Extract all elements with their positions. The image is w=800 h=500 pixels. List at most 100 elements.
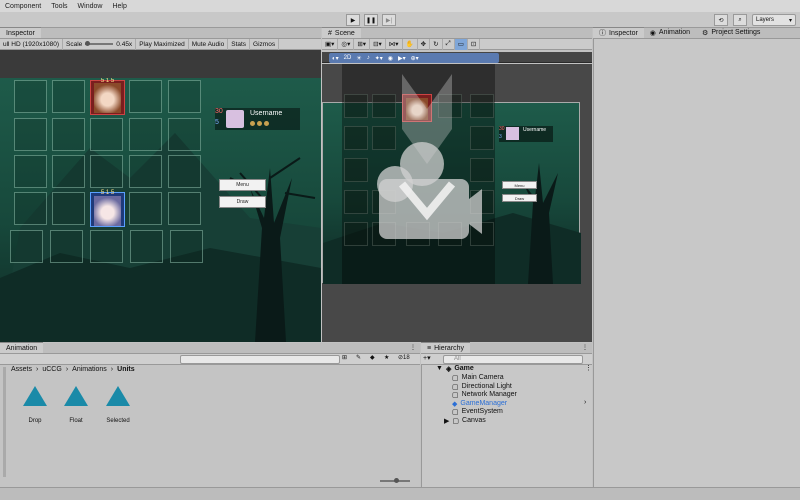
layers-dropdown[interactable]: Layers ▾ (752, 14, 796, 26)
game-panel-tabbar: Inspector (0, 27, 321, 39)
scene-view[interactable]: 30 3 Username Menu Draw (322, 64, 592, 342)
view-tool-icon[interactable]: ▣▾ (322, 38, 339, 50)
breadcrumb-uccg[interactable]: uCCG (42, 366, 61, 373)
favorite-icon[interactable]: ★ (384, 354, 389, 361)
search-input[interactable] (180, 355, 340, 364)
asset-float[interactable]: Float (56, 386, 96, 424)
breadcrumb: Assets › uCCG › Animations › Units (11, 366, 135, 373)
scene-menu-icon[interactable]: ⋮ (585, 364, 592, 372)
expand-arrow-icon[interactable]: ▼ (436, 365, 443, 372)
asset-selected[interactable]: Selected (98, 386, 138, 424)
hierarchy-search-input[interactable]: All (443, 355, 583, 364)
asset-float-label: Float (69, 418, 83, 424)
scale-slider[interactable] (85, 41, 114, 46)
avatar (226, 110, 244, 128)
menu-tools[interactable]: Tools (46, 3, 72, 10)
grid-snap-icon[interactable]: ⊞▾ (354, 38, 371, 50)
menu-help[interactable]: Help (107, 3, 131, 10)
tab-hierarchy[interactable]: ≡ Hierarchy (421, 342, 471, 353)
breadcrumb-units[interactable]: Units (117, 366, 135, 373)
status-icons (250, 121, 269, 126)
gameobject-icon: ▢ (452, 391, 459, 399)
lighting-icon[interactable]: ☀ (356, 55, 361, 62)
gizmos-icon[interactable]: ⊕▾ (411, 55, 419, 62)
game-view[interactable]: 5 1 5 5 1 5 30 5 Username Menu Draw (0, 78, 321, 342)
menu-window[interactable]: Window (73, 3, 108, 10)
pivot-icon[interactable]: ⋈▾ (386, 38, 403, 50)
hand-tool-icon[interactable]: ✋ (403, 38, 418, 50)
folder-scrollbar[interactable] (3, 367, 6, 477)
hierarchy-root[interactable]: ▼ ◈ Game (436, 364, 474, 373)
pause-button[interactable]: ❚❚ (364, 14, 378, 26)
shading-mode-icon[interactable]: ◐▾ (332, 55, 339, 62)
hierarchy-item-main-camera[interactable]: ▢ Main Camera (452, 373, 504, 382)
tab-animation[interactable]: ◉ Animation (644, 27, 696, 38)
draw-button[interactable]: Draw (219, 196, 266, 208)
animation-clip-icon (23, 386, 47, 406)
resolution-dropdown[interactable]: ull HD (1920x1080) (0, 38, 64, 50)
rotate-tool-icon[interactable]: ↻ (430, 38, 443, 50)
filter-type-icon[interactable]: ⊞ (342, 354, 347, 361)
stats-toggle[interactable]: Stats (228, 38, 251, 50)
main-toolbar: ▶ ❚❚ ▶| ⟲ ⌕ Layers ▾ (0, 12, 800, 28)
hierarchy-item-canvas[interactable]: ▶ ▢ Canvas (444, 416, 486, 425)
scene-player-mana: 3 (499, 134, 502, 140)
chevron-right-icon[interactable]: › (584, 399, 586, 406)
asset-drop[interactable]: Drop (15, 386, 55, 424)
hierarchy-menu-icon[interactable]: ⋮ (582, 344, 588, 351)
gizmos-dropdown[interactable]: Gizmos (250, 38, 280, 50)
tab-animation-bottom[interactable]: Animation (0, 342, 44, 353)
transform-tool-icon[interactable]: ⊡ (468, 38, 481, 50)
player-unit-card[interactable]: 5 1 5 (90, 190, 125, 227)
zoom-slider[interactable] (380, 478, 410, 483)
play-button[interactable]: ▶ (346, 14, 360, 26)
asset-selected-label: Selected (106, 418, 130, 424)
scale-tool-icon[interactable]: ⤢ (443, 38, 455, 50)
expand-arrow-icon[interactable]: ▶ (444, 417, 449, 425)
add-object-button[interactable]: +▾ (423, 354, 431, 362)
history-icon[interactable]: ⟲ (714, 14, 728, 26)
breadcrumb-assets[interactable]: Assets (11, 366, 32, 373)
scale-control[interactable]: Scale 0.45x (63, 38, 137, 50)
player-info-panel: 30 5 Username (215, 108, 300, 130)
tab-scene[interactable]: # Scene (322, 27, 361, 38)
scene-menu-button[interactable]: Menu (502, 181, 537, 189)
asset-drop-label: Drop (28, 418, 42, 424)
play-mode-dropdown[interactable]: Play Maximized (136, 38, 189, 50)
breadcrumb-animations[interactable]: Animations (72, 366, 107, 373)
hierarchy-tabbar: ≡ Hierarchy ⋮ (421, 342, 592, 354)
effects-icon[interactable]: ✦▾ (375, 55, 383, 62)
scene-view-options: ◐▾ 2D ☀ ♪ ✦▾ ◉ ▶▾ ⊕▾ (329, 53, 499, 63)
tag-icon[interactable]: ◆ (370, 354, 375, 361)
hierarchy-item-eventsystem[interactable]: ▢ EventSystem (452, 407, 503, 416)
rect-tool-icon[interactable]: ▭ (454, 38, 468, 50)
menu-button[interactable]: Menu (219, 179, 266, 191)
snap-increment-icon[interactable]: ⊟▾ (370, 38, 386, 50)
menu-bar: Component Tools Window Help (0, 0, 800, 12)
hidden-objects-icon[interactable]: ◉ (388, 55, 393, 62)
player-mana: 5 (215, 119, 219, 126)
global-toggle-icon[interactable]: ◎▾ (338, 38, 355, 50)
step-button[interactable]: ▶| (382, 14, 396, 26)
hierarchy-item-network-manager[interactable]: ▢ Network Manager (452, 390, 517, 399)
move-tool-icon[interactable]: ✥ (418, 38, 431, 50)
tab-project-settings[interactable]: ⚙ Project Settings (696, 27, 766, 38)
enemy-unit-card[interactable]: 5 1 5 (90, 78, 125, 115)
search-icon[interactable]: ⌕ (733, 14, 747, 26)
mute-audio-toggle[interactable]: Mute Audio (189, 38, 229, 50)
scene-player-info: 30 3 Username (499, 126, 553, 142)
gear-icon: ⚙ (702, 29, 709, 37)
project-content: Assets › uCCG › Animations › Units Drop Flo… (0, 365, 420, 487)
scene-draw-button[interactable]: Draw (502, 194, 537, 202)
tab-inspector[interactable]: ⓘ Inspector (593, 27, 644, 38)
menu-component[interactable]: Component (0, 3, 46, 10)
animation-clip-icon (64, 386, 88, 406)
scene-username: Username (523, 127, 547, 133)
tab-inspector-left[interactable]: Inspector (0, 27, 41, 38)
camera-icon[interactable]: ▶▾ (398, 55, 406, 62)
mode-2d-toggle[interactable]: 2D (344, 55, 352, 61)
audio-icon[interactable]: ♪ (367, 55, 370, 61)
gameobject-icon: ▢ (452, 408, 459, 416)
filter-label-icon[interactable]: ✎ (356, 354, 361, 361)
panel-menu-icon[interactable]: ⋮ (410, 344, 416, 351)
